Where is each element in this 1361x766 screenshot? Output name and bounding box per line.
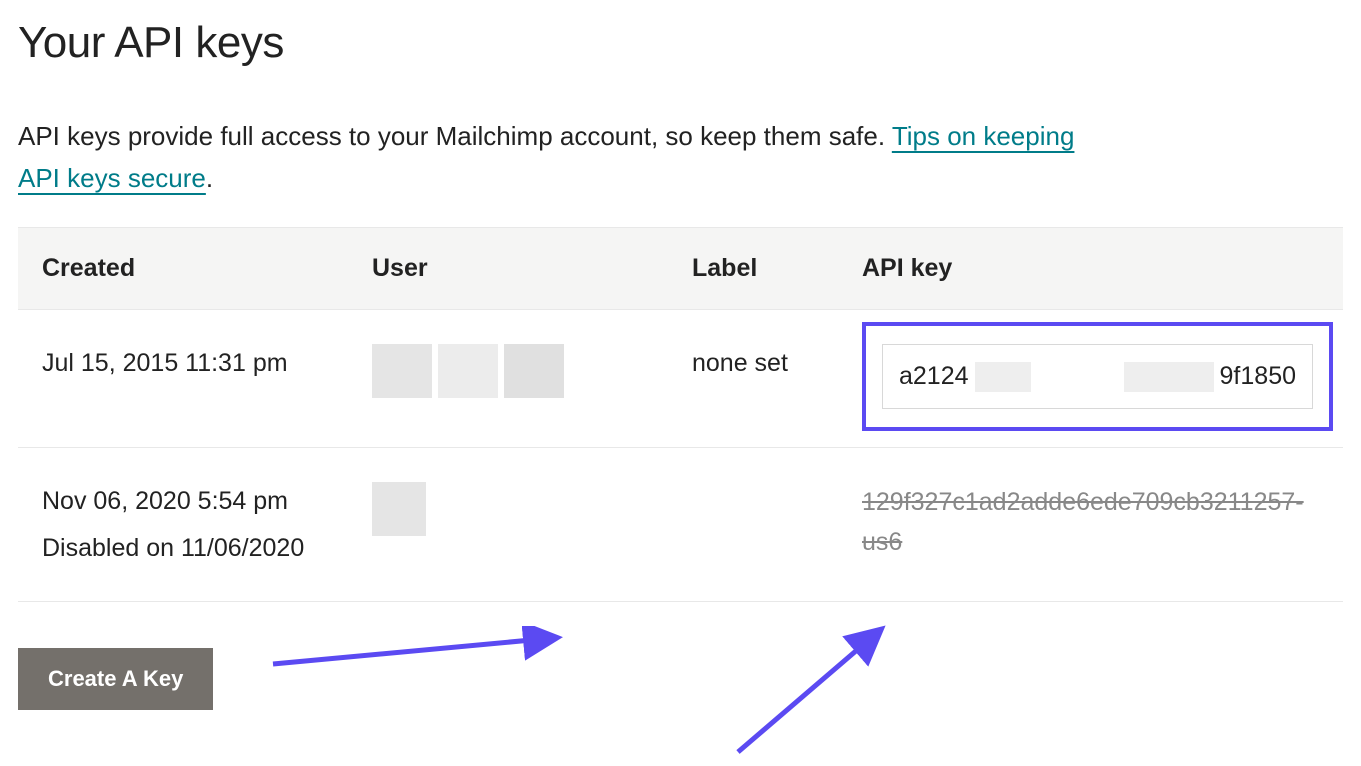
create-key-button[interactable]: Create A Key — [18, 648, 213, 710]
description-text: API keys provide full access to your Mai… — [18, 121, 892, 151]
header-apikey: API key — [838, 228, 1343, 310]
header-created: Created — [18, 228, 348, 310]
redacted-segment — [975, 362, 1031, 392]
table-header-row: Created User Label API key — [18, 228, 1343, 310]
created-date: Nov 06, 2020 5:54 pm — [42, 487, 288, 515]
header-user: User — [348, 228, 668, 310]
table-footer: Create A Key — [18, 602, 1343, 730]
api-keys-table: Created User Label API key Jul 15, 2015 … — [18, 227, 1343, 602]
period: . — [206, 163, 213, 193]
cell-user — [348, 310, 668, 448]
disabled-apikey: 129f327c1ad2adde6ede709cb3211257- us6 — [862, 482, 1319, 562]
cell-apikey: a2124 9f1850 — [838, 310, 1343, 448]
redacted-segment — [1124, 362, 1214, 392]
redacted-user — [372, 482, 426, 536]
table-row: Nov 06, 2020 5:54 pm Disabled on 11/06/2… — [18, 447, 1343, 602]
page-title: Your API keys — [18, 18, 1343, 68]
cell-created: Nov 06, 2020 5:54 pm Disabled on 11/06/2… — [18, 447, 348, 602]
apikey-suffix: 9f1850 — [1220, 357, 1296, 396]
cell-apikey: 129f327c1ad2adde6ede709cb3211257- us6 — [838, 447, 1343, 602]
cell-label: none set — [668, 310, 838, 448]
cell-user — [348, 447, 668, 602]
page-description: API keys provide full access to your Mai… — [18, 116, 1118, 199]
disabled-note: Disabled on 11/06/2020 — [42, 529, 324, 568]
redacted-user — [372, 344, 644, 398]
annotation-arrow-icon — [253, 626, 563, 686]
cell-label — [668, 447, 838, 602]
cell-created: Jul 15, 2015 11:31 pm — [18, 310, 348, 448]
table-row: Jul 15, 2015 11:31 pm none set a2124 — [18, 310, 1343, 448]
header-label: Label — [668, 228, 838, 310]
apikey-highlight-box: a2124 9f1850 — [862, 322, 1333, 431]
apikey-input[interactable]: a2124 9f1850 — [882, 344, 1313, 409]
apikey-prefix: a2124 — [899, 357, 969, 396]
